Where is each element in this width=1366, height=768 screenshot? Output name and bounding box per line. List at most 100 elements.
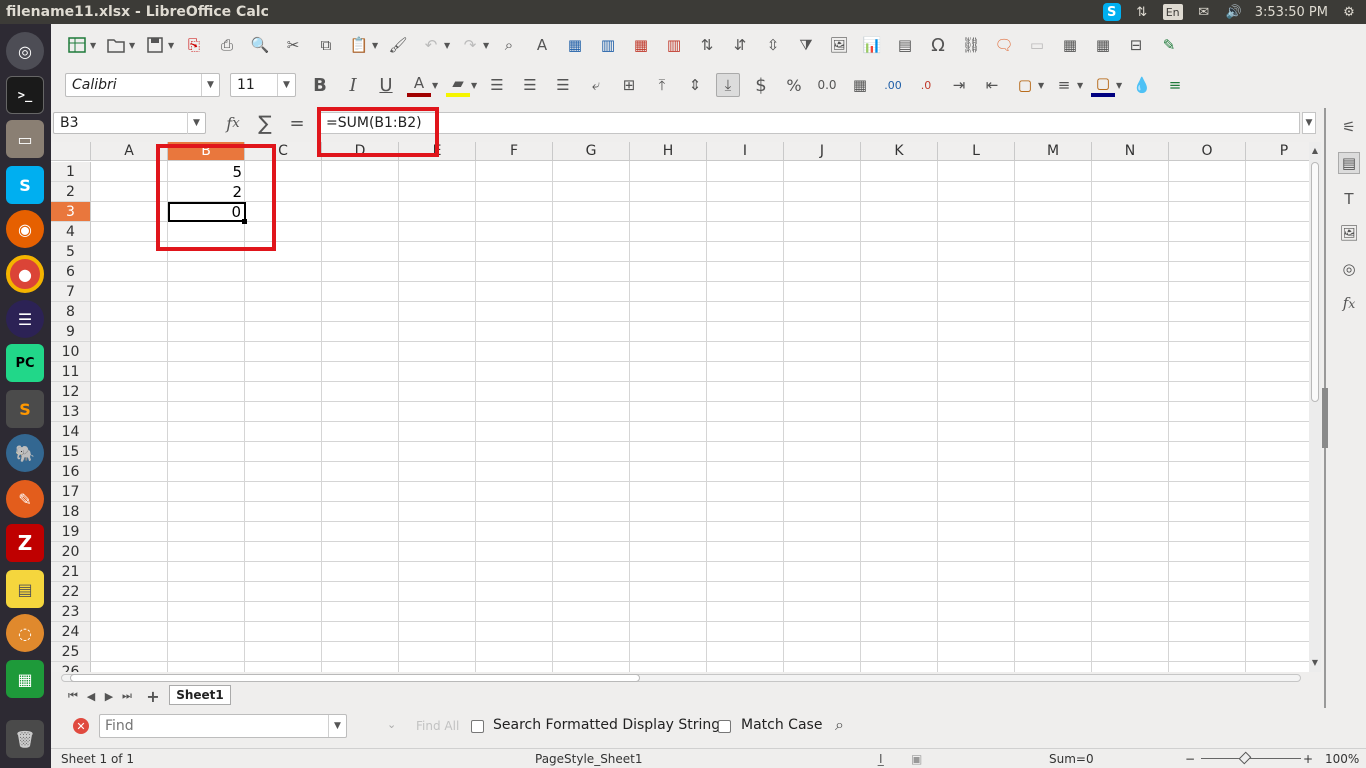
- row-header-20[interactable]: 20: [51, 542, 91, 562]
- currency-format-icon[interactable]: $: [749, 73, 773, 97]
- sort-ascending-icon[interactable]: ⇅: [695, 33, 719, 57]
- spelling-icon[interactable]: A: [530, 33, 554, 57]
- percent-format-icon[interactable]: %: [782, 73, 806, 97]
- comment-icon[interactable]: 🗨: [992, 33, 1016, 57]
- border-color-dropdown-icon[interactable]: ▼: [1116, 81, 1124, 90]
- sort-icon[interactable]: ⇳: [761, 33, 785, 57]
- scroll-up-icon[interactable]: ▲: [1310, 146, 1320, 156]
- find-replace-dialog-icon[interactable]: ⌕: [835, 715, 844, 735]
- number-format-icon[interactable]: 0.0: [815, 73, 839, 97]
- scroll-down-icon[interactable]: ▼: [1310, 658, 1320, 668]
- save-icon[interactable]: [143, 33, 167, 57]
- column-header-h[interactable]: H: [630, 142, 707, 161]
- name-box-dropdown-icon[interactable]: ▼: [187, 112, 205, 134]
- row-header-26[interactable]: 26: [51, 662, 91, 672]
- insert-chart-icon[interactable]: 📊: [860, 33, 884, 57]
- vertical-scroll-thumb[interactable]: [1311, 162, 1319, 402]
- undo-dropdown-icon[interactable]: ▼: [444, 41, 452, 50]
- row-header-24[interactable]: 24: [51, 622, 91, 642]
- calc-icon[interactable]: ▦: [6, 660, 44, 698]
- column-header-p[interactable]: P: [1246, 142, 1309, 161]
- conditional-format-icon[interactable]: 💧: [1130, 73, 1154, 97]
- row-header-7[interactable]: 7: [51, 282, 91, 302]
- column-header-j[interactable]: J: [784, 142, 861, 161]
- font-name-dropdown-icon[interactable]: ▼: [201, 74, 219, 96]
- print-preview-icon[interactable]: 🔍: [248, 33, 272, 57]
- sort-descending-icon[interactable]: ⇵: [728, 33, 752, 57]
- increase-indent-icon[interactable]: ⇥: [947, 73, 971, 97]
- font-name-value[interactable]: Calibri: [66, 77, 201, 93]
- sublime-icon[interactable]: S: [6, 390, 44, 428]
- column-header-g[interactable]: G: [553, 142, 630, 161]
- page-style[interactable]: PageStyle_Sheet1: [535, 752, 643, 766]
- navigator-icon[interactable]: ◎: [1338, 258, 1360, 280]
- font-size-dropdown-icon[interactable]: ▼: [277, 74, 295, 96]
- align-top-icon[interactable]: ⤒: [650, 73, 674, 97]
- pivot-table-icon[interactable]: ▤: [893, 33, 917, 57]
- column-header-l[interactable]: L: [938, 142, 1015, 161]
- document-modified-icon[interactable]: ▣: [911, 752, 922, 766]
- horizontal-scrollbar[interactable]: [61, 674, 1301, 682]
- status-sum[interactable]: Sum=0: [1049, 752, 1094, 766]
- row-icon[interactable]: ▦: [563, 33, 587, 57]
- draw-icon[interactable]: ✎: [6, 480, 44, 518]
- copy-icon[interactable]: ⧉: [314, 33, 338, 57]
- sum-icon[interactable]: ∑: [253, 111, 277, 135]
- filezilla-icon[interactable]: Z: [6, 524, 44, 562]
- date-format-icon[interactable]: ▦: [848, 73, 872, 97]
- align-center-icon[interactable]: ☰: [518, 73, 542, 97]
- row-header-12[interactable]: 12: [51, 382, 91, 402]
- hyperlink-icon[interactable]: ⛓: [959, 33, 983, 57]
- print-icon[interactable]: ⎙: [215, 33, 239, 57]
- autofilter-icon[interactable]: ⧩: [794, 33, 818, 57]
- column-header-i[interactable]: I: [707, 142, 784, 161]
- row-header-19[interactable]: 19: [51, 522, 91, 542]
- row-header-13[interactable]: 13: [51, 402, 91, 422]
- redo-dropdown-icon[interactable]: ▼: [483, 41, 491, 50]
- align-left-icon[interactable]: ☰: [485, 73, 509, 97]
- align-bottom-icon[interactable]: ⤓: [716, 73, 740, 97]
- row-header-16[interactable]: 16: [51, 462, 91, 482]
- row-header-23[interactable]: 23: [51, 602, 91, 622]
- special-character-icon[interactable]: Ω: [926, 33, 950, 57]
- name-box-value[interactable]: B3: [54, 115, 187, 131]
- borders-dropdown-icon[interactable]: ▼: [1038, 81, 1046, 90]
- name-box[interactable]: B3 ▼: [53, 112, 206, 134]
- row-header-4[interactable]: 4: [51, 222, 91, 242]
- row-header-10[interactable]: 10: [51, 342, 91, 362]
- column-icon[interactable]: ▥: [596, 33, 620, 57]
- insert-image-icon[interactable]: 🖼: [827, 33, 851, 57]
- save-dropdown-icon[interactable]: ▼: [168, 41, 176, 50]
- dash-icon[interactable]: ◎: [6, 32, 44, 70]
- border-style-icon[interactable]: ≡: [1052, 73, 1076, 97]
- export-pdf-icon[interactable]: ⎘: [182, 33, 206, 57]
- row-header-2[interactable]: 2: [51, 182, 91, 202]
- bold-icon[interactable]: B: [308, 73, 332, 97]
- font-name-box[interactable]: Calibri ▼: [65, 73, 220, 97]
- formula-equals-icon[interactable]: =: [285, 112, 309, 134]
- vertical-scrollbar[interactable]: ▲ ▼: [1309, 142, 1321, 672]
- redo-icon[interactable]: ↷: [458, 33, 482, 57]
- border-style-dropdown-icon[interactable]: ▼: [1077, 81, 1085, 90]
- clock[interactable]: 3:53:50 PM: [1255, 5, 1328, 20]
- pgadmin-icon[interactable]: 🐘: [6, 434, 44, 472]
- sheet-position[interactable]: Sheet 1 of 1: [61, 752, 134, 766]
- find-all-button[interactable]: Find All: [416, 719, 459, 733]
- function-wizard-icon[interactable]: fx: [221, 112, 245, 134]
- files-icon[interactable]: ▭: [6, 120, 44, 158]
- horizontal-scroll-thumb[interactable]: [70, 674, 640, 682]
- selection-mode-icon[interactable]: I̲: [879, 752, 883, 766]
- chrome-icon[interactable]: ●: [6, 255, 44, 293]
- last-sheet-icon[interactable]: ⏭: [115, 684, 139, 708]
- row-header-6[interactable]: 6: [51, 262, 91, 282]
- skype-icon[interactable]: S: [6, 166, 44, 204]
- firefox-icon[interactable]: ◉: [6, 210, 44, 248]
- headers-footers-icon[interactable]: ▭: [1025, 33, 1049, 57]
- undo-icon[interactable]: ↶: [419, 33, 443, 57]
- cut-icon[interactable]: ✂: [281, 33, 305, 57]
- row-header-14[interactable]: 14: [51, 422, 91, 442]
- freeze-rows-icon[interactable]: ▦: [1091, 33, 1115, 57]
- row-header-3[interactable]: 3: [51, 202, 91, 222]
- gallery-icon[interactable]: 🖼: [1338, 222, 1360, 244]
- show-draw-functions-icon[interactable]: ✎: [1157, 33, 1181, 57]
